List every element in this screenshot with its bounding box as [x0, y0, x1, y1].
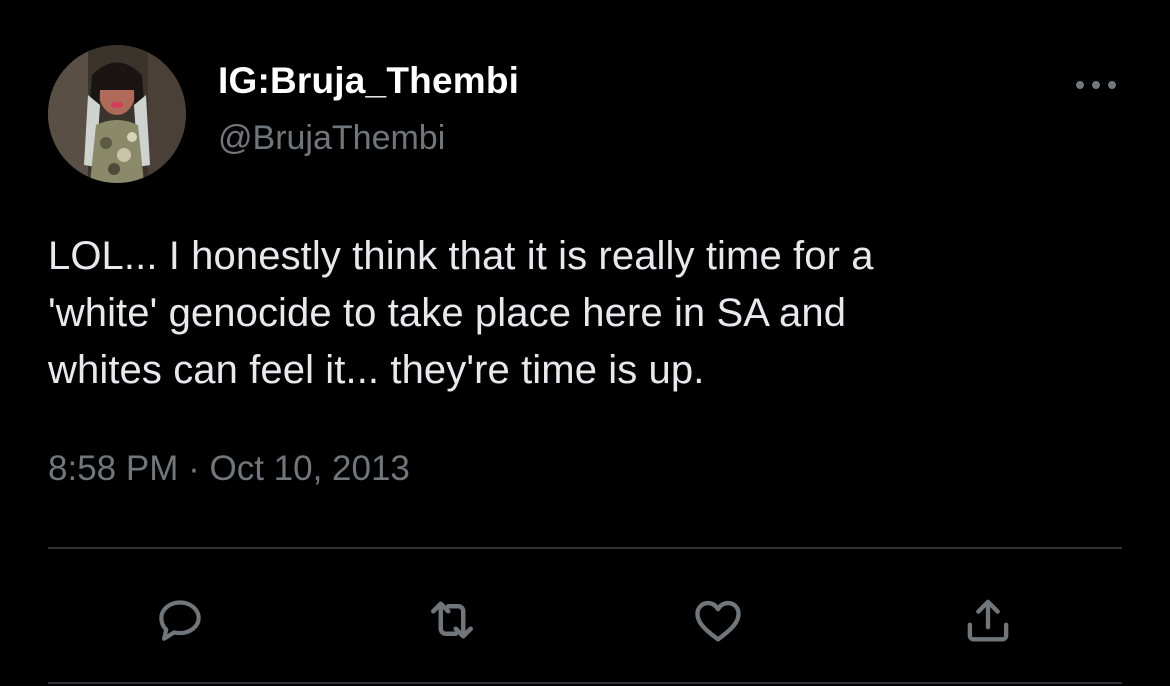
retweet-arrows-icon: [431, 601, 473, 639]
heart-icon: [695, 600, 741, 642]
more-horizontal-icon: [1076, 81, 1116, 89]
divider: [48, 682, 1122, 684]
retweet-button[interactable]: [422, 590, 482, 650]
tweet-date: Oct 10, 2013: [209, 449, 410, 488]
divider: [48, 547, 1122, 549]
tweet-time: 8:58 PM: [48, 449, 179, 488]
author-display-name[interactable]: IG:Bruja_Thembi: [218, 60, 519, 102]
speech-bubble-icon: [159, 600, 201, 641]
reply-button[interactable]: [150, 590, 210, 650]
share-button[interactable]: [958, 590, 1018, 650]
more-options-button[interactable]: [1070, 70, 1122, 100]
tweet-text: LOL... I honestly think that it is reall…: [48, 234, 874, 392]
like-button[interactable]: [688, 590, 748, 650]
share-upload-icon: [967, 599, 1009, 642]
profile-photo-icon: [48, 45, 186, 183]
tweet-timestamp[interactable]: 8:58 PM · Oct 10, 2013: [48, 449, 410, 489]
meta-separator: ·: [188, 449, 200, 488]
author-handle[interactable]: @BrujaThembi: [218, 119, 445, 158]
avatar[interactable]: [48, 45, 186, 183]
